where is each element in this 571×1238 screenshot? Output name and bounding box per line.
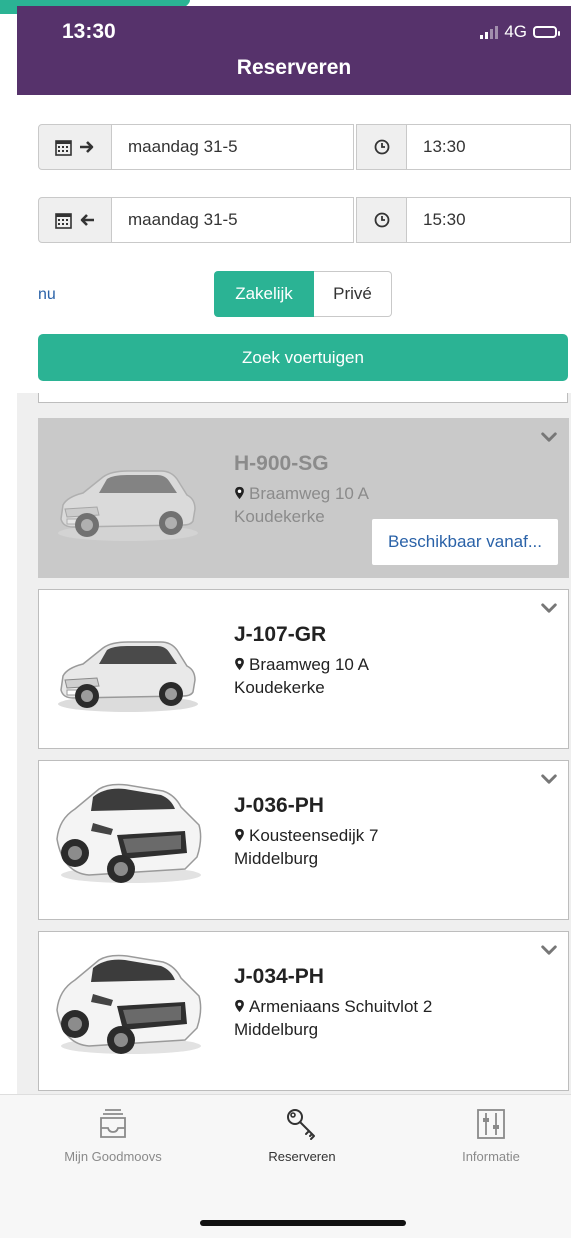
return-time-field[interactable]: 15:30 [407,197,571,243]
vehicle-card[interactable]: J-107-GR Braamweg 10 A Koudekerke [38,589,569,749]
calendar-arrow-right-icon[interactable] [38,124,112,170]
pickup-time-field[interactable]: 13:30 [407,124,571,170]
clock-icon[interactable] [356,197,407,243]
page-title: Reserveren [236,56,352,79]
tab-label: Informatie [462,1149,520,1164]
license-plate: J-036-PH [234,794,324,817]
app-header: 13:30 4G Reserveren [17,6,571,95]
license-plate: J-034-PH [234,965,324,988]
battery-icon [533,26,560,38]
home-indicator [200,1220,406,1226]
vehicle-address: Braamweg 10 A [234,482,369,505]
chevron-down-icon[interactable] [540,773,558,786]
map-pin-icon [234,657,245,671]
status-time: 13:30 [62,20,116,43]
tab-bar: Mijn Goodmoovs Reserveren Informatie [0,1094,571,1238]
vehicle-card[interactable]: J-034-PH Armeniaans Schuitvlot 2 Middelb… [38,931,569,1091]
usage-toggle: Zakelijk Privé [214,271,392,317]
vehicle-info: J-107-GR Braamweg 10 A Koudekerke [234,623,369,699]
map-pin-icon [234,999,245,1013]
license-plate: H-900-SG [234,452,329,475]
map-pin-icon [234,828,245,842]
tab-informatie[interactable]: Informatie [396,1107,571,1164]
car-image [53,779,203,889]
vehicle-info: J-036-PH Kousteensedijk 7 Middelburg [234,794,378,870]
vehicle-city: Middelburg [234,1020,319,1039]
clock-icon[interactable] [356,124,407,170]
license-plate: J-107-GR [234,623,327,646]
vehicle-address: Armeniaans Schuitvlot 2 [234,995,432,1018]
return-row: maandag 31-5 15:30 [38,197,571,243]
available-from-button[interactable]: Beschikbaar vanaf... [371,519,558,565]
tab-label: Mijn Goodmoovs [64,1149,162,1164]
vehicle-card[interactable]: J-036-PH Kousteensedijk 7 Middelburg [38,760,569,920]
tab-mijn-goodmoovs[interactable]: Mijn Goodmoovs [18,1107,208,1164]
inbox-icon [100,1109,126,1138]
vehicle-city: Koudekerke [234,678,325,697]
vehicle-card[interactable]: H-900-SG Braamweg 10 A Koudekerke Beschi… [38,418,569,578]
return-date-field[interactable]: maandag 31-5 [112,197,354,243]
vehicle-address: Kousteensedijk 7 [234,824,378,847]
status-indicators: 4G [480,22,560,42]
now-link[interactable]: nu [38,286,56,304]
chevron-down-icon[interactable] [540,431,558,444]
vehicle-address: Braamweg 10 A [234,653,369,676]
car-image [53,449,203,549]
car-image [53,620,203,720]
list-item [38,393,568,403]
pickup-date-field[interactable]: maandag 31-5 [112,124,354,170]
network-type: 4G [504,22,527,41]
sliders-icon [477,1109,505,1139]
vehicle-info: H-900-SG Braamweg 10 A Koudekerke [234,452,369,528]
pickup-row: maandag 31-5 13:30 [38,124,571,170]
tab-label: Reserveren [268,1149,336,1164]
search-vehicles-button[interactable]: Zoek voertuigen [38,334,568,381]
tab-reserveren[interactable]: Reserveren [207,1107,397,1164]
signal-icon [480,25,499,39]
vehicle-list[interactable]: H-900-SG Braamweg 10 A Koudekerke Beschi… [17,393,571,1094]
vehicle-city: Koudekerke [234,507,325,526]
vehicle-info: J-034-PH Armeniaans Schuitvlot 2 Middelb… [234,965,432,1041]
toggle-prive[interactable]: Privé [314,271,392,317]
calendar-arrow-left-icon[interactable] [38,197,112,243]
chevron-down-icon[interactable] [540,944,558,957]
key-icon [287,1109,315,1140]
car-image [53,950,203,1060]
chevron-down-icon[interactable] [540,602,558,615]
vehicle-city: Middelburg [234,849,319,868]
map-pin-icon [234,486,245,500]
toggle-zakelijk[interactable]: Zakelijk [214,271,314,317]
